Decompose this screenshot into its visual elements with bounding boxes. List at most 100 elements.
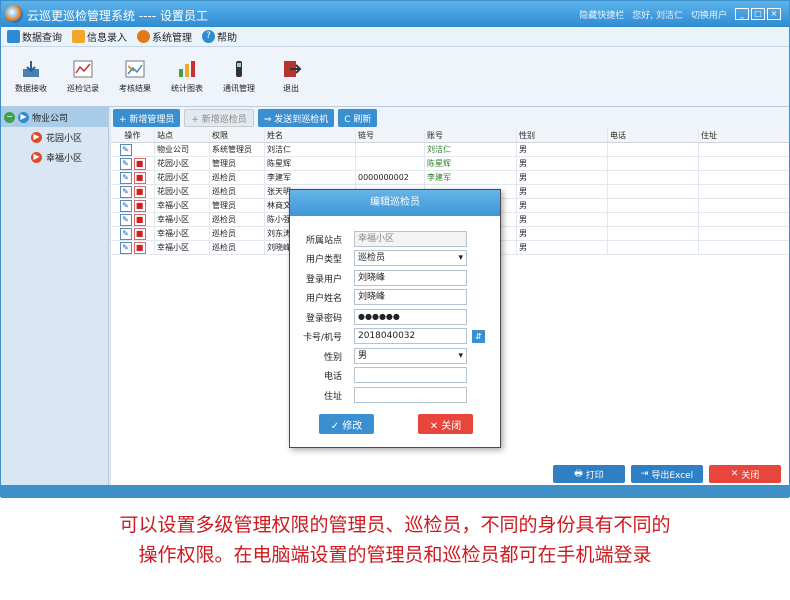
delete-icon[interactable]: ■ bbox=[133, 213, 146, 226]
delete-icon[interactable]: ■ bbox=[133, 157, 146, 170]
tree-item-happiness[interactable]: ▶ 幸福小区 bbox=[1, 147, 108, 167]
header-cell[interactable]: 账号 bbox=[425, 129, 517, 142]
export-excel-button[interactable]: ⇥ 导出Excel bbox=[631, 465, 703, 483]
login-user-input[interactable]: 刘晓峰 bbox=[354, 270, 467, 286]
tool-label: 考核结果 bbox=[119, 83, 151, 93]
card-number-input[interactable]: 2018040032 bbox=[354, 328, 467, 344]
tool-assessment[interactable]: 考核结果 bbox=[109, 47, 161, 105]
delete-icon[interactable]: ■ bbox=[133, 227, 146, 240]
tool-inspection-record[interactable]: 巡检记录 bbox=[57, 47, 109, 105]
address-cell bbox=[699, 241, 789, 254]
role-cell: 管理员 bbox=[210, 199, 265, 212]
tool-exit[interactable]: 退出 bbox=[265, 47, 317, 105]
tool-data-receive[interactable]: 数据接收 bbox=[5, 47, 57, 105]
site-cell: 花园小区 bbox=[155, 185, 210, 198]
gear-icon bbox=[137, 30, 150, 43]
sex-cell: 男 bbox=[517, 241, 608, 254]
add-inspector-button[interactable]: + 新增巡检员 bbox=[184, 109, 254, 127]
role-cell: 巡检员 bbox=[210, 185, 265, 198]
account-cell: 刘洁仁 bbox=[425, 143, 517, 156]
table-row[interactable]: ✎ ■ 花园小区 巡检员 李建军 0000000002 李建军男 bbox=[111, 171, 789, 185]
card-cell bbox=[356, 143, 425, 156]
card-cell bbox=[356, 157, 425, 170]
role-cell: 巡检员 bbox=[210, 241, 265, 254]
sex-cell: 男 bbox=[517, 143, 608, 156]
row-actions: ✎ ■ bbox=[111, 227, 155, 240]
switch-user-link[interactable]: 切换用户 bbox=[691, 8, 727, 21]
site-cell: 花园小区 bbox=[155, 157, 210, 170]
hide-shortcut-link[interactable]: 隐藏快捷栏 bbox=[579, 8, 624, 21]
header-cell[interactable]: 电话 bbox=[608, 129, 699, 142]
menu-system-admin[interactable]: 系统管理 bbox=[137, 29, 192, 44]
sex-value: 男 bbox=[358, 351, 368, 361]
header-cell[interactable]: 站点 bbox=[155, 129, 210, 142]
bar-chart-icon bbox=[179, 60, 195, 77]
edit-icon[interactable]: ✎ bbox=[119, 157, 132, 170]
edit-icon[interactable]: ✎ bbox=[119, 227, 132, 240]
edit-icon[interactable]: ✎ bbox=[119, 171, 132, 184]
table-row[interactable]: ✎ ■ 花园小区 管理员 陈星辉 陈星辉男 bbox=[111, 157, 789, 171]
tree-root-label: 物业公司 bbox=[32, 113, 69, 124]
sex-select[interactable]: 男 ▾ bbox=[354, 348, 467, 364]
maximize-button[interactable]: □ bbox=[751, 8, 765, 20]
close-window-button[interactable]: × bbox=[767, 8, 781, 20]
card-cell: 0000000002 bbox=[356, 171, 425, 184]
delete-icon[interactable]: ■ bbox=[133, 241, 146, 254]
tool-statistics[interactable]: 统计图表 bbox=[161, 47, 213, 105]
field-row-login: 登录用户 刘晓峰 bbox=[290, 269, 500, 287]
row-actions: ✎ ■ bbox=[111, 213, 155, 226]
close-icon: ✕ bbox=[730, 469, 739, 479]
dialog-close-button[interactable]: ✕ 关闭 bbox=[418, 414, 473, 434]
refresh-button[interactable]: C 刷新 bbox=[338, 109, 378, 127]
type-label: 用户类型 bbox=[305, 254, 342, 265]
address-cell bbox=[699, 143, 789, 156]
title-bar: 云巡更巡检管理系统 ---- 设置员工 隐藏快捷栏 您好, 刘洁仁 切换用户 _… bbox=[1, 1, 789, 27]
delete-icon[interactable]: ■ bbox=[133, 185, 146, 198]
tool-label: 通讯管理 bbox=[223, 83, 255, 93]
phone-cell bbox=[608, 241, 699, 254]
header-cell[interactable]: 性别 bbox=[517, 129, 608, 142]
menu-label: 帮助 bbox=[217, 33, 237, 44]
user-type-select[interactable]: 巡检员 ▾ bbox=[354, 250, 467, 266]
header-cell[interactable]: 住址 bbox=[699, 129, 789, 142]
tool-communication[interactable]: 通讯管理 bbox=[213, 47, 265, 105]
address-cell bbox=[699, 213, 789, 226]
user-name-input[interactable]: 刘晓峰 bbox=[354, 289, 467, 305]
delete-icon[interactable]: ■ bbox=[133, 199, 146, 212]
tree-root-company[interactable]: − ▶ 物业公司 bbox=[1, 107, 108, 127]
exit-icon bbox=[284, 60, 302, 77]
collapse-icon[interactable]: − bbox=[4, 111, 15, 123]
add-admin-button[interactable]: + 新增管理员 bbox=[113, 109, 181, 127]
header-cell[interactable]: 权限 bbox=[210, 129, 265, 142]
edit-icon[interactable]: ✎ bbox=[119, 185, 132, 198]
form-icon bbox=[72, 30, 85, 43]
site-label: 所属站点 bbox=[305, 235, 342, 246]
minimize-button[interactable]: _ bbox=[735, 8, 749, 20]
print-button[interactable]: 🖶 打印 bbox=[553, 465, 625, 483]
field-row-type: 用户类型 巡检员 ▾ bbox=[290, 249, 500, 267]
edit-icon[interactable]: ✎ bbox=[119, 241, 132, 254]
table-row[interactable]: ✎ 物业公司 系统管理员 刘洁仁 刘洁仁男 bbox=[111, 143, 789, 157]
menu-label: 系统管理 bbox=[152, 33, 192, 44]
role-cell: 巡检员 bbox=[210, 171, 265, 184]
delete-icon[interactable]: ■ bbox=[133, 171, 146, 184]
send-to-device-button[interactable]: ⇒ 发送到巡检机 bbox=[257, 109, 335, 127]
tree-item-garden[interactable]: ▶ 花园小区 bbox=[1, 127, 108, 147]
address-input[interactable] bbox=[354, 387, 467, 403]
menu-help[interactable]: ? 帮助 bbox=[202, 29, 237, 44]
menu-data-query[interactable]: 数据查询 bbox=[7, 29, 62, 44]
header-cell[interactable]: 链号 bbox=[356, 129, 425, 142]
edit-icon[interactable]: ✎ bbox=[119, 143, 132, 156]
menu-info-entry[interactable]: 信息录入 bbox=[72, 29, 127, 44]
modify-button[interactable]: ✓ 修改 bbox=[319, 414, 374, 434]
header-cell[interactable]: 姓名 bbox=[265, 129, 356, 142]
close-button[interactable]: ✕ 关闭 bbox=[709, 465, 781, 483]
site-cell: 幸福小区 bbox=[155, 213, 210, 226]
phone-input[interactable] bbox=[354, 367, 467, 383]
menu-bar: 数据查询 信息录入 系统管理 ? 帮助 bbox=[1, 27, 789, 47]
read-card-icon[interactable]: ⇵ bbox=[472, 329, 485, 343]
sex-label: 性别 bbox=[323, 352, 342, 363]
password-input[interactable]: ●●●●●● bbox=[354, 309, 467, 325]
edit-icon[interactable]: ✎ bbox=[119, 213, 132, 226]
edit-icon[interactable]: ✎ bbox=[119, 199, 132, 212]
